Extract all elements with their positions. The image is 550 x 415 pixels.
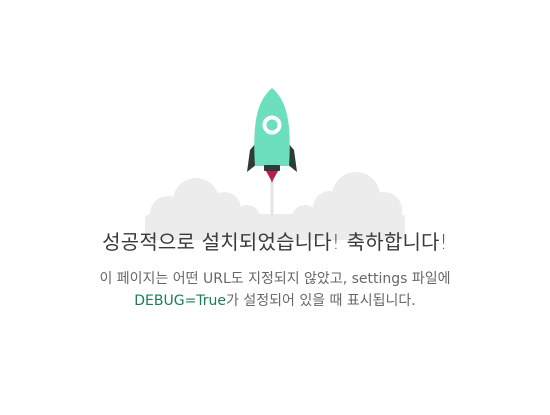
debug-setting-text: DEBUG=True	[134, 293, 227, 309]
rocket-icon	[247, 88, 297, 183]
rocket-illustration	[145, 88, 405, 240]
page-title: 성공적으로 설치되었습니다! 축하합니다!	[102, 230, 448, 254]
info-message-part2: 가 설정되어 있을 때 표시됩니다.	[226, 293, 416, 309]
info-message-part1: 이 페이지는 어떤 URL도 지정되지 않았고, settings 파일에	[99, 271, 451, 287]
success-page: 성공적으로 설치되었습니다! 축하합니다! 이 페이지는 어떤 URL도 지정되…	[0, 0, 550, 415]
info-message: 이 페이지는 어떤 URL도 지정되지 않았고, settings 파일에 DE…	[55, 268, 495, 312]
